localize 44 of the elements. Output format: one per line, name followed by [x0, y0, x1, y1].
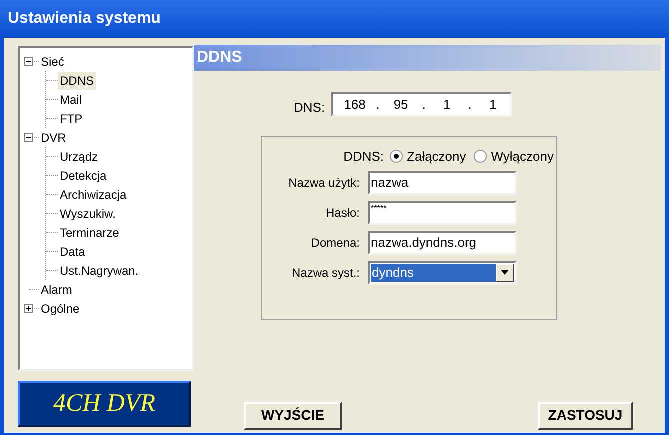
expand-icon[interactable] [24, 304, 33, 313]
field-label: Hasło: [324, 204, 360, 222]
radio-label[interactable]: Załączony [407, 146, 466, 166]
tree-item[interactable]: Detekcja [58, 166, 109, 184]
tree-item[interactable]: Urządz [58, 148, 100, 166]
ip-octet: 1 [442, 96, 452, 114]
tree-item[interactable]: Data [58, 242, 88, 260]
field-label: Domena: [310, 234, 360, 252]
tree-item[interactable]: DVR [39, 128, 68, 146]
tree-item[interactable]: Archiwizacja [58, 186, 129, 204]
dropdown[interactable]: dyndns [368, 260, 517, 284]
radio-button[interactable] [390, 150, 404, 163]
radio-button[interactable] [474, 150, 488, 163]
field-label: DDNS: [344, 148, 384, 166]
field-label: Nazwa użytk: [288, 174, 360, 192]
tree-item[interactable]: Terminarze [58, 224, 122, 242]
tree-item[interactable]: DDNS [58, 72, 96, 90]
field-label: DNS: [294, 99, 326, 117]
ip-separator: . [421, 96, 427, 114]
tree-item[interactable]: Wyszukiw. [58, 204, 118, 222]
collapse-icon[interactable] [24, 133, 33, 142]
input-field[interactable]: nazwa.dyndns.org [368, 230, 517, 254]
ip-octet: 168 [343, 96, 367, 114]
radio-label[interactable]: Wyłączony [491, 146, 554, 166]
ip-octet: 1 [488, 96, 498, 114]
window-title: Ustawienia systemu [8, 9, 161, 29]
ip-separator: . [375, 96, 381, 114]
panel-title: DDNS [197, 48, 242, 68]
logo-text: 4CH DVR [53, 389, 156, 420]
password-field[interactable]: ***** [368, 200, 517, 224]
tree-item[interactable]: Ust.Nagrywan. [58, 262, 141, 280]
tree-item[interactable]: Ogólne [39, 300, 82, 318]
ip-separator: . [467, 96, 473, 114]
input-field[interactable]: nazwa [368, 170, 517, 194]
ip-octet: 95 [392, 96, 410, 114]
collapse-icon[interactable] [24, 57, 33, 66]
tree-item[interactable]: Alarm [39, 280, 74, 298]
exit-button[interactable]: WYJŚCIE [244, 402, 342, 430]
apply-button[interactable]: ZASTOSUJ [538, 402, 633, 430]
tree-item[interactable]: Sieć [39, 52, 66, 70]
ip-address-field[interactable]: 168 . 95 . 1 . 1 [331, 92, 512, 118]
tree-item[interactable]: Mail [58, 90, 84, 108]
field-label: Nazwa syst.: [290, 264, 360, 282]
tree-item[interactable]: FTP [58, 110, 85, 128]
